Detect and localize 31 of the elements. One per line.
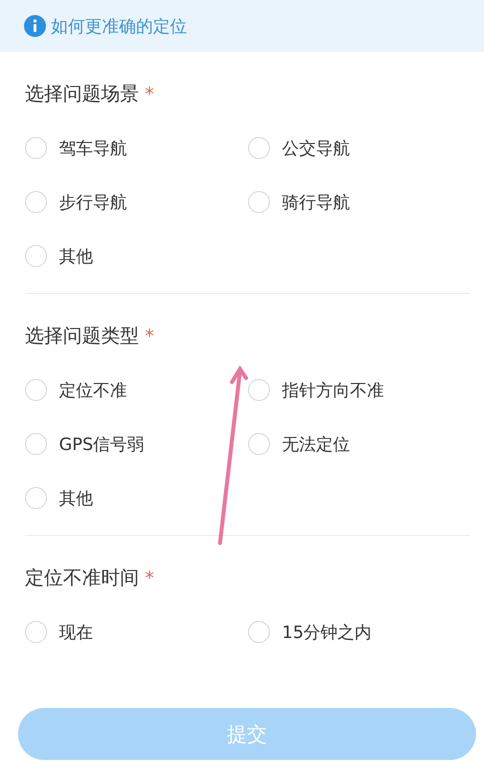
- info-icon: [24, 15, 46, 37]
- option-label[interactable]: 其他: [59, 244, 93, 268]
- section-title: 选择问题类型: [25, 324, 139, 349]
- required-mark: *: [145, 326, 154, 346]
- required-mark: *: [145, 84, 154, 104]
- radio-button[interactable]: [248, 379, 270, 401]
- radio-button[interactable]: [248, 137, 270, 159]
- option-label[interactable]: GPS信号弱: [59, 432, 144, 456]
- section-title: 选择问题场景: [25, 82, 139, 107]
- radio-button[interactable]: [248, 191, 270, 213]
- radio-button[interactable]: [25, 621, 47, 643]
- radio-button[interactable]: [25, 245, 47, 267]
- option-label[interactable]: 现在: [59, 620, 93, 644]
- option-label[interactable]: 无法定位: [282, 432, 350, 456]
- option-label[interactable]: 步行导航: [59, 190, 127, 214]
- option-label[interactable]: 公交导航: [282, 136, 350, 160]
- radio-button[interactable]: [25, 433, 47, 455]
- option-label[interactable]: 骑行导航: [282, 190, 350, 214]
- required-mark: *: [145, 568, 154, 588]
- section-title: 定位不准时间: [25, 566, 139, 591]
- radio-button[interactable]: [248, 621, 270, 643]
- radio-button[interactable]: [25, 191, 47, 213]
- radio-button[interactable]: [25, 487, 47, 509]
- option-label[interactable]: 驾车导航: [59, 136, 127, 160]
- option-label[interactable]: 指针方向不准: [282, 378, 384, 402]
- option-label[interactable]: 15分钟之内: [282, 620, 372, 644]
- option-label[interactable]: 定位不准: [59, 378, 127, 402]
- radio-button[interactable]: [25, 137, 47, 159]
- radio-button[interactable]: [248, 433, 270, 455]
- radio-button[interactable]: [25, 379, 47, 401]
- option-label[interactable]: 其他: [59, 486, 93, 510]
